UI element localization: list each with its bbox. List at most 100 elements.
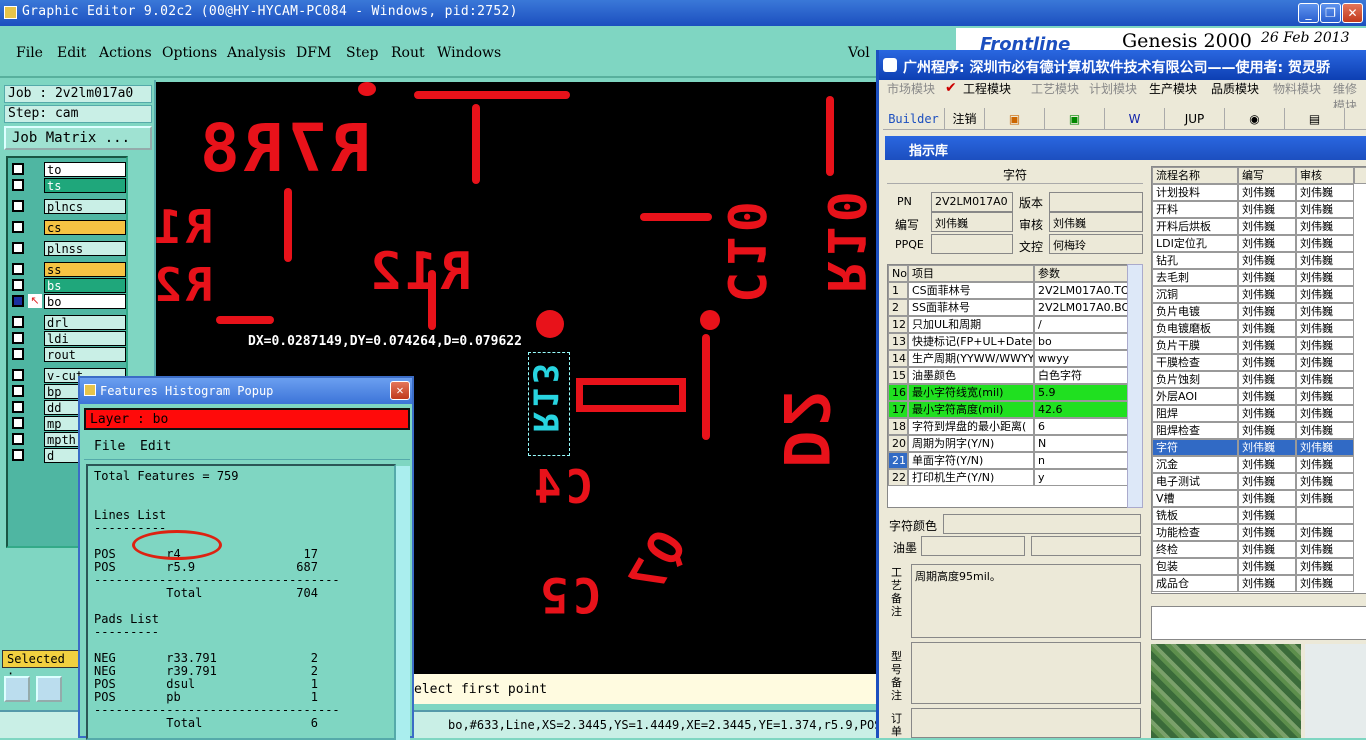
layer-checkbox[interactable] <box>12 295 24 307</box>
layer-name[interactable]: bo <box>44 294 126 309</box>
table-cell[interactable]: 打印机生产(Y/N) <box>908 469 1034 486</box>
table-cell[interactable]: n <box>1034 452 1134 469</box>
table-cell[interactable]: 5.9 <box>1034 384 1134 401</box>
flow-cell[interactable]: 计划投料 <box>1152 184 1238 201</box>
flow-cell[interactable]: 沉金 <box>1152 456 1238 473</box>
flow-cell[interactable]: 刘伟巍 <box>1238 490 1296 507</box>
layer-name[interactable]: plncs <box>44 199 126 214</box>
layer-checkbox[interactable] <box>12 221 24 233</box>
word-icon[interactable]: W <box>1105 108 1165 130</box>
ppqe-field[interactable] <box>931 234 1013 254</box>
model-remark-field[interactable] <box>911 642 1141 704</box>
flow-cell[interactable]: 刘伟巍 <box>1296 456 1354 473</box>
flow-cell[interactable]: 刘伟巍 <box>1296 201 1354 218</box>
flow-cell[interactable]: 刘伟巍 <box>1238 252 1296 269</box>
measure-tool-icon[interactable] <box>36 676 62 702</box>
menu-rout[interactable]: Rout <box>391 45 425 61</box>
table-cell[interactable]: / <box>1034 316 1134 333</box>
flow-cell[interactable]: 刘伟巍 <box>1238 388 1296 405</box>
flow-cell[interactable]: 干膜检查 <box>1152 354 1238 371</box>
flow-cell[interactable]: 刘伟巍 <box>1238 354 1296 371</box>
flow-cell[interactable]: 刘伟巍 <box>1238 405 1296 422</box>
layer-checkbox[interactable] <box>12 369 24 381</box>
flow-cell[interactable]: 负电镀磨板 <box>1152 320 1238 337</box>
flow-cell[interactable]: 刘伟巍 <box>1238 286 1296 303</box>
table-cell[interactable]: 生产周期(YYWW/WWYY) <box>908 350 1034 367</box>
layer-name[interactable]: ss <box>44 262 126 277</box>
layer-checkbox[interactable] <box>12 348 24 360</box>
jup-button[interactable]: JUP <box>1165 108 1225 130</box>
layer-checkbox[interactable] <box>12 242 24 254</box>
layer-row[interactable]: ldi <box>10 331 126 346</box>
close-button[interactable]: ✕ <box>1342 3 1363 23</box>
flow-input[interactable] <box>1151 606 1366 640</box>
maximize-button[interactable]: ❐ <box>1320 3 1341 23</box>
layer-name[interactable]: rout <box>44 347 126 362</box>
flow-cell[interactable]: 电子测试 <box>1152 473 1238 490</box>
table-cell[interactable]: 1 <box>888 282 908 299</box>
menu-step[interactable]: Step <box>346 45 378 61</box>
flow-cell[interactable]: 功能检查 <box>1152 524 1238 541</box>
menu-analysis[interactable]: Analysis <box>227 45 286 61</box>
flow-cell[interactable]: 刘伟巍 <box>1296 490 1354 507</box>
flow-cell[interactable]: 刘伟巍 <box>1238 422 1296 439</box>
layer-row[interactable]: cs <box>10 220 126 235</box>
flow-cell[interactable]: 刘伟巍 <box>1238 507 1296 524</box>
table-cell[interactable]: 21 <box>888 452 908 469</box>
flow-cell[interactable]: 刘伟巍 <box>1238 456 1296 473</box>
layer-checkbox[interactable] <box>12 163 24 175</box>
table-cell[interactable]: 42.6 <box>1034 401 1134 418</box>
table-header[interactable]: 项目 <box>908 265 1034 282</box>
flow-cell[interactable]: 刘伟巍 <box>1296 218 1354 235</box>
flow-cell[interactable]: 刘伟巍 <box>1238 337 1296 354</box>
version-field[interactable] <box>1049 192 1143 212</box>
flow-cell[interactable]: 钻孔 <box>1152 252 1238 269</box>
menu-dfm[interactable]: DFM <box>296 45 331 61</box>
menu-windows[interactable]: Windows <box>437 45 501 61</box>
table-cell[interactable]: 周期为阴字(Y/N) <box>908 435 1034 452</box>
review-field[interactable]: 刘伟巍 <box>1049 212 1143 232</box>
table-cell[interactable]: 快捷标记(FP+UL+DateCo <box>908 333 1034 350</box>
module-tab[interactable]: 工艺模块 <box>1031 80 1079 97</box>
module-tab[interactable]: 生产模块 <box>1149 80 1197 97</box>
table-cell[interactable]: bo <box>1034 333 1134 350</box>
table-cell[interactable]: y <box>1034 469 1134 486</box>
module-tab[interactable]: 计划模块 <box>1089 80 1137 97</box>
flow-cell[interactable]: 刘伟巍 <box>1296 541 1354 558</box>
layer-row-active[interactable]: ↖ bo <box>10 294 126 309</box>
flow-cell[interactable]: 刘伟巍 <box>1296 235 1354 252</box>
table-header[interactable]: No <box>888 265 908 282</box>
table-cell[interactable]: 13 <box>888 333 908 350</box>
char-color-select[interactable] <box>943 514 1141 534</box>
table-header[interactable]: 参数 <box>1034 265 1134 282</box>
flow-cell[interactable]: 刘伟巍 <box>1296 575 1354 592</box>
doc-control-field[interactable]: 何梅玲 <box>1049 234 1143 254</box>
database-icon[interactable]: ▤ <box>1285 108 1345 130</box>
flow-header[interactable]: 审核 <box>1296 167 1354 184</box>
table-cell[interactable]: 20 <box>888 435 908 452</box>
layer-name[interactable]: drl <box>44 315 126 330</box>
flow-cell[interactable]: 刘伟巍 <box>1296 184 1354 201</box>
table-cell[interactable]: 2 <box>888 299 908 316</box>
flow-cell[interactable]: 铣板 <box>1152 507 1238 524</box>
table-cell[interactable]: 只加UL和周期 <box>908 316 1034 333</box>
flow-cell[interactable]: 刘伟巍 <box>1238 371 1296 388</box>
flow-cell[interactable]: 刘伟巍 <box>1296 388 1354 405</box>
table-cell[interactable]: 14 <box>888 350 908 367</box>
layer-row[interactable]: ss <box>10 262 126 277</box>
flow-cell[interactable]: 阻焊 <box>1152 405 1238 422</box>
builder-button[interactable]: Builder <box>883 108 945 130</box>
layer-name[interactable]: ldi <box>44 331 126 346</box>
layer-row[interactable]: plnss <box>10 241 126 256</box>
table-cell[interactable]: 16 <box>888 384 908 401</box>
flow-cell[interactable]: 字符 <box>1152 439 1238 456</box>
flow-cell[interactable]: V槽 <box>1152 490 1238 507</box>
flow-cell[interactable]: 成品仓 <box>1152 575 1238 592</box>
flow-cell[interactable]: 刘伟巍 <box>1296 405 1354 422</box>
flow-cell[interactable]: 沉铜 <box>1152 286 1238 303</box>
flow-cell[interactable]: 刘伟巍 <box>1296 320 1354 337</box>
flow-cell[interactable]: 刘伟巍 <box>1296 558 1354 575</box>
flow-header[interactable]: 流程名称 <box>1152 167 1238 184</box>
layer-row[interactable]: to <box>10 162 126 177</box>
module-tab[interactable]: 市场模块 <box>887 80 935 97</box>
